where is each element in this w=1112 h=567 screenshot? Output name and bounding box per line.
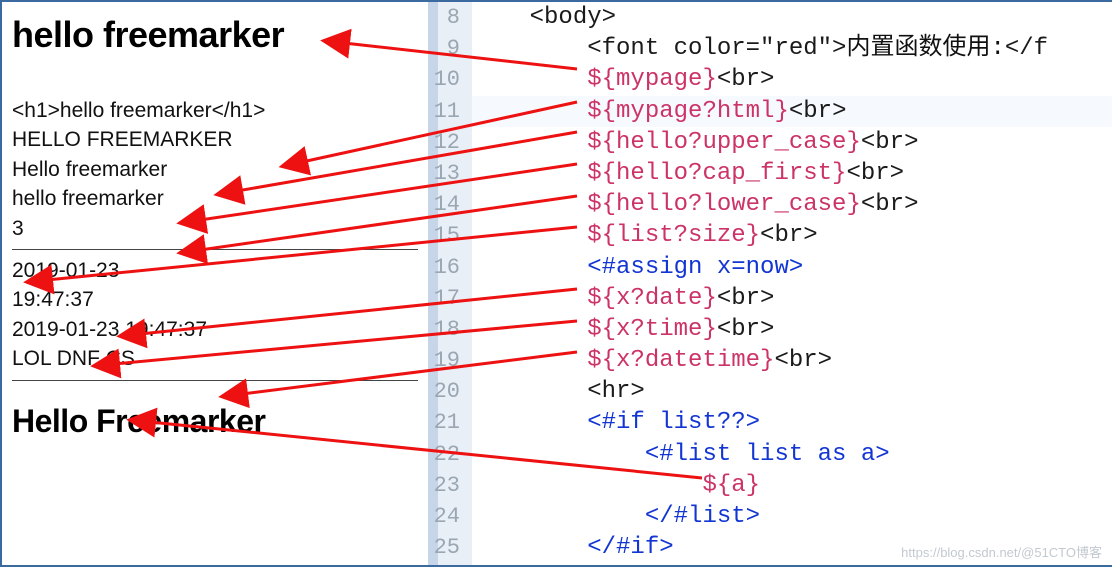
output-heading: hello freemarker: [12, 14, 418, 56]
code-token: ${x?datetime}: [587, 347, 774, 374]
code-token: [472, 534, 587, 561]
line-number: 18: [416, 314, 460, 345]
code-token: </f: [1005, 35, 1048, 62]
code-token: <br>: [717, 66, 775, 93]
code-token: <br>: [789, 98, 847, 125]
code-token: <hr>: [587, 378, 645, 405]
code-line: 23 ${a}: [472, 470, 1112, 501]
code-token: [472, 254, 587, 281]
code-token: ${x?time}: [587, 316, 717, 343]
code-token: ${mypage?html}: [587, 98, 789, 125]
code-line: 14 ${hello?lower_case}<br>: [472, 189, 1112, 220]
output-heading-2: Hello Freemarker: [12, 403, 418, 440]
code-token: ${mypage}: [587, 66, 717, 93]
line-number: 14: [416, 189, 460, 220]
rendered-output-panel: hello freemarker <h1>hello freemarker</h…: [2, 2, 428, 565]
line-number: 23: [416, 470, 460, 501]
code-token: [472, 503, 645, 530]
code-token: <#list list as a>: [645, 441, 890, 468]
code-token: [472, 472, 702, 499]
code-line: 10 ${mypage}<br>: [472, 64, 1112, 95]
code-token: [472, 98, 587, 125]
code-token: <br>: [717, 285, 775, 312]
divider: [12, 249, 418, 250]
watermark-text: https://blog.csdn.net/@51CTO博客: [901, 542, 1102, 561]
line-number: 16: [416, 252, 460, 283]
code-token: <#assign x=now>: [587, 254, 803, 281]
output-block-b: 2019-01-23 19:47:37 2019-01-23 19:47:37 …: [12, 256, 418, 374]
code-token: </#list>: [645, 503, 760, 530]
output-line: <h1>hello freemarker</h1>: [12, 96, 418, 125]
code-token: [472, 285, 587, 312]
code-token: ${list?size}: [587, 222, 760, 249]
line-number: 12: [416, 127, 460, 158]
code-line: 17 ${x?date}<br>: [472, 283, 1112, 314]
code-token: <#if list??>: [587, 409, 760, 436]
code-line: 13 ${hello?cap_first}<br>: [472, 158, 1112, 189]
code-token: [472, 160, 587, 187]
code-line: 22 <#list list as a>: [472, 439, 1112, 470]
line-number: 19: [416, 345, 460, 376]
output-line: 2019-01-23 19:47:37: [12, 315, 418, 344]
code-line: 16 <#assign x=now>: [472, 252, 1112, 283]
code-editor-panel: 8 <body>9 <font color="red">内置函数使用:</f10…: [472, 2, 1112, 565]
line-number: 15: [416, 220, 460, 251]
line-number: 24: [416, 501, 460, 532]
output-line: 2019-01-23: [12, 256, 418, 285]
line-number: 11: [416, 96, 460, 127]
code-line: 15 ${list?size}<br>: [472, 220, 1112, 251]
output-block-a: <h1>hello freemarker</h1> HELLO FREEMARK…: [12, 96, 418, 243]
code-line: 24 </#list>: [472, 501, 1112, 532]
code-token: [472, 378, 587, 405]
root-frame: hello freemarker <h1>hello freemarker</h…: [0, 0, 1112, 567]
line-number: 17: [416, 283, 460, 314]
code-token: [472, 316, 587, 343]
code-token: [472, 409, 587, 436]
code-token: [472, 129, 587, 156]
divider: [12, 380, 418, 381]
line-number: 10: [416, 64, 460, 95]
code-line: 18 ${x?time}<br>: [472, 314, 1112, 345]
code-line: 20 <hr>: [472, 376, 1112, 407]
code-token: [472, 191, 587, 218]
code-line: 21 <#if list??>: [472, 407, 1112, 438]
code-token: ${a}: [702, 472, 760, 499]
output-line: hello freemarker: [12, 184, 418, 213]
code-token: <br>: [846, 160, 904, 187]
code-token: <body>: [472, 4, 616, 31]
code-token: [472, 441, 645, 468]
code-token: ${hello?upper_case}: [587, 129, 861, 156]
code-token: <br>: [760, 222, 818, 249]
line-number: 8: [416, 2, 460, 33]
output-line: LOL DNF CS: [12, 344, 418, 373]
code-token: <font color="red">: [472, 35, 846, 62]
output-line: HELLO FREEMARKER: [12, 125, 418, 154]
code-token: ${x?date}: [587, 285, 717, 312]
code-line: 8 <body>: [472, 2, 1112, 33]
line-number: 22: [416, 439, 460, 470]
code-token: </#if>: [587, 534, 673, 561]
line-number: 20: [416, 376, 460, 407]
code-token: 内置函数使用:: [846, 35, 1004, 62]
code-token: <br>: [717, 316, 775, 343]
code-token: [472, 66, 587, 93]
code-line: 9 <font color="red">内置函数使用:</f: [472, 33, 1112, 64]
code-token: [472, 347, 587, 374]
code-token: ${hello?lower_case}: [587, 191, 861, 218]
output-line: 3: [12, 214, 418, 243]
line-number: 21: [416, 407, 460, 438]
output-line: Hello freemarker: [12, 155, 418, 184]
output-line: 19:47:37: [12, 285, 418, 314]
code-line: 12 ${hello?upper_case}<br>: [472, 127, 1112, 158]
code-token: <br>: [861, 129, 919, 156]
code-token: <br>: [861, 191, 919, 218]
line-number: 25: [416, 532, 460, 563]
line-number: 9: [416, 33, 460, 64]
code-token: ${hello?cap_first}: [587, 160, 846, 187]
code-line: 19 ${x?datetime}<br>: [472, 345, 1112, 376]
code-token: [472, 222, 587, 249]
code-token: <br>: [774, 347, 832, 374]
line-number: 13: [416, 158, 460, 189]
code-line: 11 ${mypage?html}<br>: [472, 96, 1112, 127]
